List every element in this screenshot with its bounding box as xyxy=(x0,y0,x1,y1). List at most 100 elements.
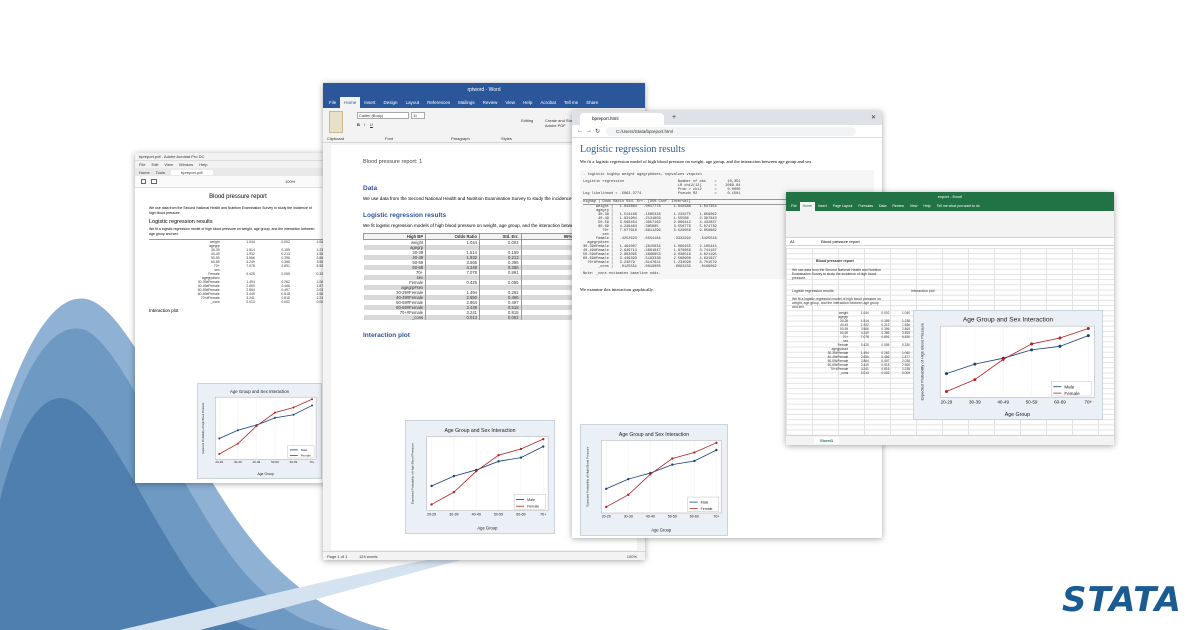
data-point xyxy=(1058,336,1062,340)
x-axis-label: Age Group xyxy=(1005,412,1030,418)
excel-tab-insert[interactable]: Insert xyxy=(815,202,830,211)
word-tab-references[interactable]: References xyxy=(423,97,454,108)
sheet-tab[interactable]: Sheet1 xyxy=(814,437,840,444)
x-tick-label: 20-29 xyxy=(215,460,223,464)
data-point xyxy=(715,448,718,452)
pdf-plot-heading: Interaction plot xyxy=(149,308,179,313)
cell-sec1[interactable]: Logistic regression results xyxy=(792,289,834,293)
excel-tell-me[interactable]: Tell me what you want to do xyxy=(934,202,983,211)
word-tab-home[interactable]: Home xyxy=(340,97,361,108)
browser-plot: Age Group and Sex Interaction Age Group Ex… xyxy=(580,424,728,536)
word-results-table: High BPOdds RatioStd. Err.95% Conf. Inte… xyxy=(362,233,604,320)
print-icon[interactable] xyxy=(151,179,157,184)
data-point xyxy=(236,429,239,432)
word-tab-view[interactable]: View xyxy=(501,97,519,108)
address-input[interactable]: C:/Users/Stata/bpreport.html xyxy=(606,127,856,136)
tell-me-box[interactable]: Tell me xyxy=(560,97,582,108)
word-tab-layout[interactable]: Layout xyxy=(402,97,424,108)
cell-b1[interactable]: Blood pressure report xyxy=(816,259,854,263)
tab-document[interactable]: bpreport.pdf xyxy=(171,169,213,175)
menu-view[interactable]: View xyxy=(164,161,173,168)
paste-button[interactable] xyxy=(329,111,343,133)
x-tick-label: 70+ xyxy=(309,460,314,464)
x-tick-label: 20-29 xyxy=(427,512,436,516)
x-axis-label: Age Group xyxy=(477,526,498,531)
excel-tab-review[interactable]: Review xyxy=(889,202,906,211)
table-cell: 0.002 xyxy=(881,371,890,375)
group-paragraph: Paragraph xyxy=(451,136,470,141)
excel-tab-file[interactable]: File xyxy=(788,202,800,211)
browser-tabbar: bpreport.html + ✕ xyxy=(572,111,882,125)
data-point xyxy=(627,477,630,481)
menu-help[interactable]: Help xyxy=(199,161,207,168)
word-plot: Age Group and Sex Interaction Age Group Ex… xyxy=(405,420,555,534)
excel-tab-formulas[interactable]: Formulas xyxy=(855,202,876,211)
chart-title: Age Group and Sex Interaction xyxy=(230,389,290,394)
cell-sec1-text[interactable]: We fit a logistic regression model of hi… xyxy=(792,297,882,310)
table-cell: _cons xyxy=(839,371,849,375)
interaction-chart: Age Group and Sex Interaction Age Group Ex… xyxy=(201,389,317,476)
group-clipboard: Clipboard xyxy=(327,136,345,141)
data-point xyxy=(519,456,523,459)
browser-tab[interactable]: bpreport.html xyxy=(580,113,664,125)
status-zoom[interactable]: 100% xyxy=(627,554,637,559)
menu-file[interactable]: File xyxy=(139,161,145,168)
forward-icon[interactable]: → xyxy=(586,128,592,134)
menu-window[interactable]: Window xyxy=(179,161,193,168)
share-button[interactable]: Share xyxy=(582,97,602,108)
tab-home[interactable]: Home xyxy=(139,170,150,175)
cell-sec2[interactable]: Interaction plot xyxy=(911,289,935,293)
save-icon[interactable] xyxy=(141,179,146,184)
word-tab-acrobat[interactable]: Acrobat xyxy=(536,97,560,108)
table-cell: 0.002 xyxy=(281,300,290,304)
word-tab-insert[interactable]: Insert xyxy=(360,97,379,108)
acrobat-title: bpreport.pdf - Adobe Acrobat Pro DC xyxy=(139,154,205,159)
word-tab-design[interactable]: Design xyxy=(380,97,402,108)
close-window-icon[interactable]: ✕ xyxy=(871,114,876,121)
excel-tab-page-layout[interactable]: Page Layout xyxy=(830,202,856,211)
excel-tab-home[interactable]: Home xyxy=(799,202,815,211)
italic-button[interactable]: I xyxy=(364,122,365,127)
data-point xyxy=(605,487,608,490)
data-point xyxy=(1086,326,1090,330)
data-point xyxy=(452,474,456,478)
acrobat-window: bpreport.pdf - Adobe Acrobat Pro DC File… xyxy=(135,153,330,483)
cell-intro[interactable]: We use data from the Second National Hea… xyxy=(792,268,882,281)
data-point xyxy=(430,503,433,506)
excel-tab-view[interactable]: View xyxy=(907,202,921,211)
output-command: . logistic highbp weight agegrp##sex, no… xyxy=(583,173,702,177)
x-tick-label: 30-39 xyxy=(624,515,633,519)
legend-label: Female xyxy=(701,507,713,511)
data-point xyxy=(311,398,314,401)
zoom-level[interactable]: 100% xyxy=(285,179,295,184)
x-tick-label: 60-69 xyxy=(290,460,298,464)
tab-tools[interactable]: Tools xyxy=(156,170,165,175)
reload-icon[interactable]: ↻ xyxy=(595,128,600,135)
name-box[interactable]: A1 xyxy=(790,238,820,246)
legend-label: Male xyxy=(1064,384,1074,389)
back-icon[interactable]: ← xyxy=(577,128,583,134)
data-point xyxy=(605,505,608,509)
excel-tab-data[interactable]: Data xyxy=(876,202,889,211)
new-tab-icon[interactable]: + xyxy=(672,114,676,121)
x-tick-label: 70+ xyxy=(1084,399,1092,404)
underline-button[interactable]: U xyxy=(370,122,373,127)
font-name-field[interactable]: Calibri (Body) xyxy=(357,112,409,119)
data-point xyxy=(1030,342,1034,346)
font-size-field[interactable]: 11 xyxy=(411,112,425,119)
excel-window: export - Excel File Home Insert Page Layout… xyxy=(786,192,1114,445)
formula-input[interactable]: Blood pressure report xyxy=(821,239,859,244)
word-tab-file[interactable]: File xyxy=(325,97,340,108)
x-axis-label: Age Group xyxy=(651,528,671,533)
status-page: Page 1 of 1 xyxy=(327,554,348,559)
word-tab-mailings[interactable]: Mailings xyxy=(454,97,479,108)
editing-button[interactable]: Editing xyxy=(521,118,533,123)
x-tick-label: 30-39 xyxy=(969,399,981,404)
word-tab-help[interactable]: Help xyxy=(519,97,536,108)
menu-edit[interactable]: Edit xyxy=(151,161,158,168)
word-tab-review[interactable]: Review xyxy=(479,97,502,108)
y-axis-label: Expected Probability of High Blood Press… xyxy=(410,443,414,504)
x-tick-label: 40-49 xyxy=(253,460,261,464)
bold-button[interactable]: B xyxy=(357,122,360,127)
excel-tab-help[interactable]: Help xyxy=(920,202,933,211)
